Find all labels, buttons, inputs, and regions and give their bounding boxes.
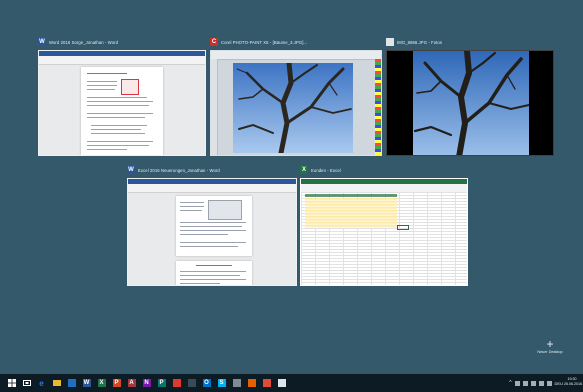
corel-icon: C [210,38,218,46]
window-excel-kunden[interactable]: X Kunden - Excel [300,164,468,286]
word-icon: W [38,38,46,46]
corel-icon[interactable] [172,379,181,387]
word-icon: W [127,166,135,174]
network-icon[interactable] [514,380,520,386]
word-page-2 [176,261,252,285]
chevron-up-icon[interactable]: ^ [509,380,511,386]
excel-icon: X [300,166,308,174]
window-title: Word 2016 Sorge_Jonathan - Word [49,39,119,45]
powerpoint-icon[interactable]: P [112,379,121,387]
tree-photo-image [413,51,529,155]
photos-icon[interactable] [277,379,286,387]
task-view-icon[interactable] [22,379,31,387]
calculator-icon[interactable] [187,379,196,387]
tree-photo-image [233,63,353,153]
taskbar-app-icons: eWXPANPOS [34,379,289,388]
photos-icon [386,38,394,46]
access-icon[interactable]: A [127,379,136,387]
onenote-icon[interactable]: N [142,379,151,387]
plus-icon: + [546,337,554,351]
edge-icon[interactable]: e [38,379,46,388]
window-fotos[interactable]: IMG_8866.JPG - Fotos [386,36,554,156]
window-title: Excel 2016 Neuerungen_Jonathan - Word [138,167,220,173]
color-palette [375,59,381,155]
window-title: IMG_8866.JPG - Fotos [397,39,443,45]
system-tray: ^ DEU [509,374,563,392]
excel-header-row [305,194,397,197]
settings-icon[interactable] [232,379,241,387]
word-toolbar [128,184,296,193]
window-thumbnail[interactable] [38,50,206,156]
start-icon[interactable] [7,379,16,387]
clock-date: 26.06.2016 [564,382,582,386]
battery-icon[interactable] [530,380,536,386]
notification-icon[interactable] [538,380,544,386]
corel-toolbox [211,59,218,155]
word-page [81,67,163,155]
taskbar-clock[interactable]: 19:30 26.06.2016 [564,377,582,387]
volume-icon[interactable] [522,380,528,386]
store-icon[interactable] [67,379,76,387]
excel-icon[interactable]: X [97,379,106,387]
new-desktop-label: Neuer Desktop [537,350,563,354]
word-icon[interactable]: W [82,379,91,387]
word-toolbar [39,56,205,65]
window-title-bar: W Word 2016 Sorge_Jonathan - Word [38,36,206,48]
outlook-icon[interactable]: O [202,379,211,387]
publisher-icon[interactable]: P [157,379,166,387]
new-desktop-button[interactable]: + Neuer Desktop [530,338,570,362]
firefox-icon[interactable] [247,379,256,387]
task-view: W Word 2016 Sorge_Jonathan - Word C Core… [0,0,583,392]
window-thumbnail[interactable] [300,178,468,286]
window-word-neuerungen[interactable]: W Excel 2016 Neuerungen_Jonathan - Word [127,164,297,286]
window-thumbnail[interactable] [210,50,382,156]
window-thumbnail[interactable] [127,178,297,286]
input-language[interactable]: DEU [555,381,563,386]
explorer-icon[interactable] [52,380,61,386]
window-title-bar: X Kunden - Excel [300,164,468,176]
window-corel-photo-paint[interactable]: C Corel PHOTO-PAINT X5 - [Bäume_3.JPG]..… [210,36,382,156]
window-title: Kunden - Excel [311,167,341,173]
paint-icon[interactable] [262,379,271,387]
window-word-sorge[interactable]: W Word 2016 Sorge_Jonathan - Word [38,36,206,156]
excel-data-rows [305,198,397,228]
taskbar: eWXPANPOS ^ DEU 19:30 26.06.2016 [0,374,583,392]
corel-toolbar [211,51,381,60]
skype-icon[interactable]: S [217,379,226,387]
word-page [176,196,252,256]
window-title-bar: W Excel 2016 Neuerungen_Jonathan - Word [127,164,297,176]
excel-selected-cell [397,225,409,230]
window-title-bar: C Corel PHOTO-PAINT X5 - [Bäume_3.JPG]..… [210,36,382,48]
keyboard-icon[interactable] [546,380,552,386]
window-title-bar: IMG_8866.JPG - Fotos [386,36,554,48]
window-title: Corel PHOTO-PAINT X5 - [Bäume_3.JPG]... [221,39,308,45]
window-thumbnail[interactable] [386,50,554,156]
